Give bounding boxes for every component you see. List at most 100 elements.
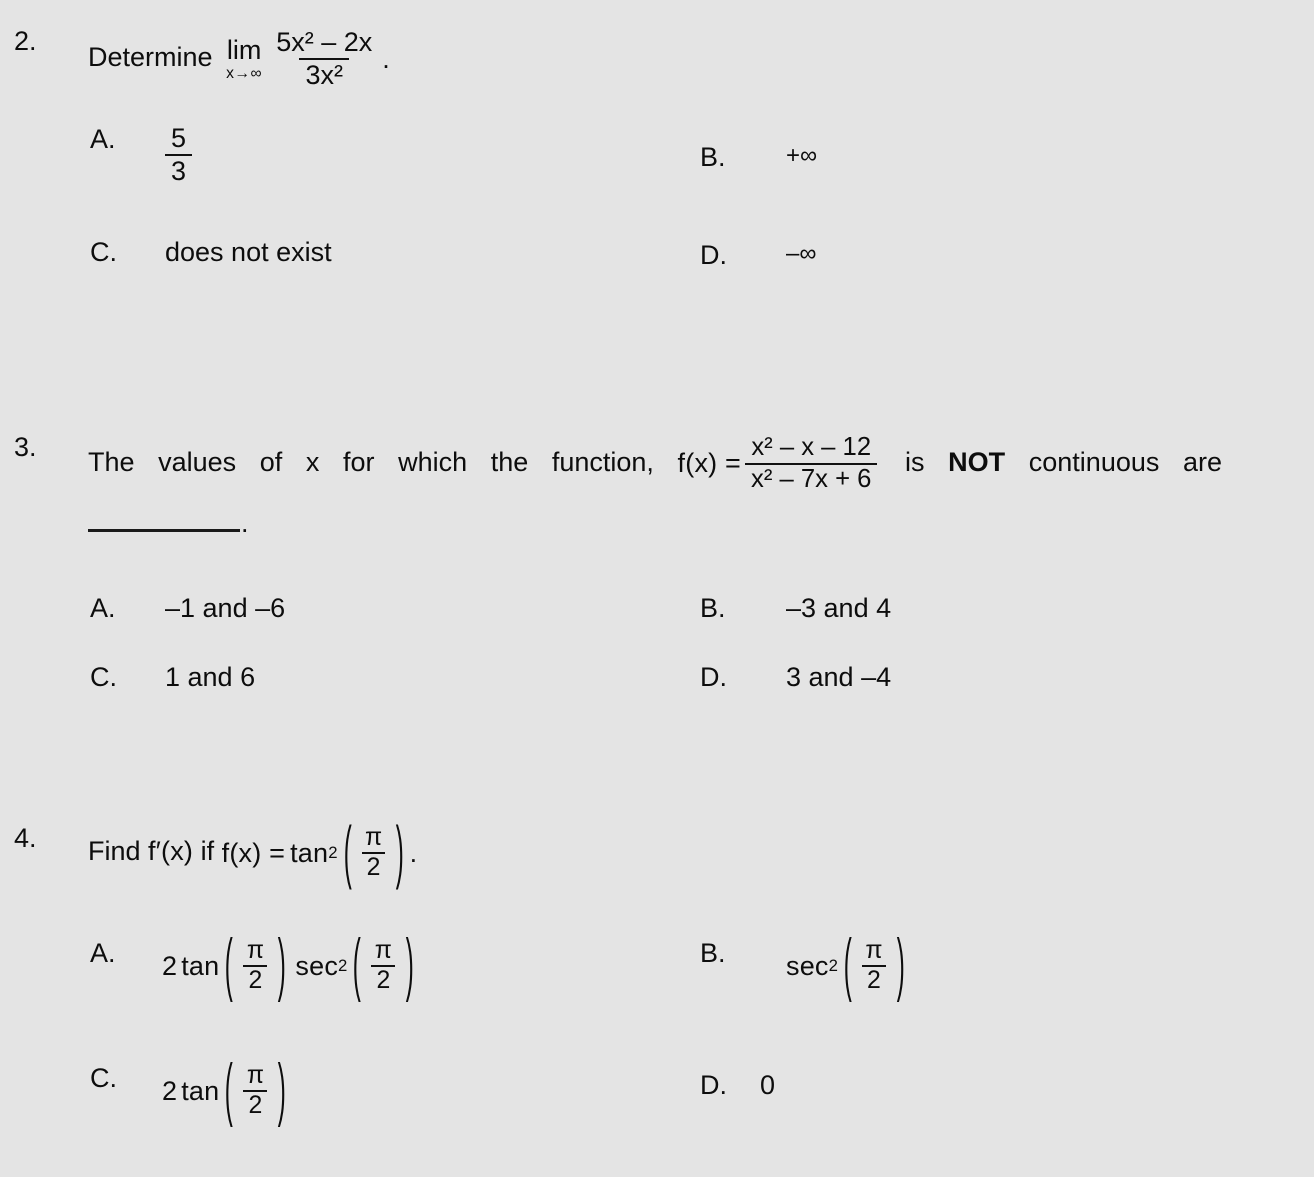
question-4-function-label: f(x) = [221, 837, 286, 868]
choice-a-second-base: sec [295, 950, 339, 981]
question-4-arg-denominator: 2 [361, 852, 386, 881]
choice-a-first-base: tan [181, 950, 220, 981]
choice-c-coefficient: 2 [162, 1075, 178, 1106]
question-3-fraction-numerator: x² – x – 12 [751, 433, 872, 461]
question-4-choice-d-label: D. [700, 1070, 727, 1100]
question-4-arg-fraction: π 2 [360, 824, 387, 881]
question-4-number: 4. [14, 823, 37, 853]
left-paren-icon: ( [225, 1050, 234, 1130]
right-paren-icon: ) [405, 925, 414, 1005]
question-4-choice-c[interactable]: C. 2 tan ( π 2 ) [90, 1051, 291, 1129]
question-4-choice-c-label: C. [90, 1063, 117, 1093]
choice-c-fraction: π 2 [242, 1062, 269, 1119]
left-paren-icon: ( [343, 813, 352, 892]
question-4-choice-c-value: 2 tan ( π 2 ) [162, 1051, 291, 1129]
question-4-choice-b[interactable]: B. sec 2 ( π 2 ) [700, 926, 910, 1004]
question-3-choice-b-label: B. [700, 593, 726, 623]
question-4-function: f(x) = tan 2 ( π 2 ) . [221, 814, 418, 892]
question-3-choice-d-label: D. [700, 662, 727, 692]
question-4-arg-numerator: π [364, 824, 383, 851]
question-4-choice-d[interactable]: D. 0 [700, 1070, 775, 1101]
choice-a-first-numerator: π [246, 937, 264, 964]
choice-b-fraction: π 2 [860, 937, 887, 994]
choice-a-first-denominator: 2 [243, 965, 268, 994]
question-3-stem-part2: continuous are [1028, 446, 1222, 477]
choice-a-fraction: 5 3 [165, 123, 193, 186]
choice-a-second-denominator: 2 [371, 965, 396, 994]
choice-a-coefficient: 2 [162, 950, 178, 981]
right-paren-icon: ) [395, 813, 404, 892]
choice-c-numerator: π [246, 1062, 264, 1089]
exam-page: 2. Determine lim x→∞ 5x² – 2x 3x² . A. 5… [0, 0, 1314, 1177]
question-2-choice-d-label: D. [700, 240, 727, 270]
choice-a-first-argument: ( π 2 ) [219, 926, 291, 1004]
question-2-choice-b-value: +∞ [786, 142, 818, 169]
question-3-choice-c[interactable]: C. 1 and 6 [90, 662, 255, 693]
question-3-stem-part1: The values of x for which the function, [88, 446, 654, 477]
question-2-choice-d[interactable]: D. –∞ [700, 240, 816, 271]
question-2-choice-a[interactable]: A. 5 3 [90, 123, 193, 186]
choice-a-first-fraction: π 2 [242, 937, 269, 994]
choice-b-base: sec [786, 950, 829, 981]
limit-fraction-numerator: 5x² – 2x [276, 27, 373, 57]
question-2-choice-b[interactable]: B. +∞ [700, 142, 817, 173]
question-4-trig-base: tan [290, 837, 329, 868]
question-4-choice-a[interactable]: A. 2 tan ( π 2 ) sec 2 ( π 2) [90, 926, 419, 1004]
question-3-stem-is: is [905, 446, 925, 477]
limit-operator: lim x→∞ [226, 34, 263, 82]
choice-c-base: tan [181, 1075, 220, 1106]
question-3-blank-container: . [88, 505, 1224, 541]
question-3-fraction: x² – x – 12 x² – 7x + 6 [745, 433, 878, 494]
choice-a-second-argument: ( π 2 ) [347, 926, 419, 1004]
question-3-blank-period: . [241, 508, 249, 538]
question-3-stem: The values of x for which the function, … [88, 433, 1222, 494]
right-paren-icon: ) [277, 925, 286, 1005]
left-paren-icon: ( [843, 925, 852, 1005]
question-2-stem-prefix: Determine [88, 42, 213, 73]
question-4-choice-b-label: B. [700, 938, 726, 968]
question-4-derivative: f′(x) [148, 836, 194, 867]
question-3-stem-not: NOT [948, 446, 1006, 477]
limit-operator-label: lim [226, 34, 262, 65]
question-2-choice-c-label: C. [90, 237, 117, 267]
choice-b-argument: ( π 2 ) [838, 926, 910, 1004]
question-2-choice-a-label: A. [90, 124, 116, 154]
question-4-stem-prefix: Find [88, 836, 141, 867]
choice-a-denominator: 3 [165, 154, 193, 186]
question-4-stem: Find f′(x) if f(x) = tan 2 ( π 2 ) . [88, 814, 1224, 892]
choice-a-second-fraction: π 2 [370, 937, 397, 994]
choice-a-second-numerator: π [374, 937, 392, 964]
choice-a-numerator: 5 [171, 123, 187, 153]
question-2-number: 2. [14, 26, 37, 56]
choice-c-argument: ( π 2 ) [219, 1051, 291, 1129]
question-3-choice-b[interactable]: B. –3 and 4 [700, 593, 891, 624]
choice-b-denominator: 2 [862, 965, 886, 994]
limit-expression: lim x→∞ 5x² – 2x 3x² . [220, 27, 390, 90]
question-4-choice-d-value: 0 [760, 1070, 776, 1100]
question-4-choice-a-value: 2 tan ( π 2 ) sec 2 ( π 2) [162, 926, 419, 1004]
question-3-choice-b-value: –3 and 4 [786, 593, 892, 623]
question-2-stem: Determine lim x→∞ 5x² – 2x 3x² . [88, 27, 1224, 90]
choice-c-denominator: 2 [243, 1090, 268, 1119]
right-paren-icon: ) [277, 1050, 286, 1130]
question-4-choice-a-label: A. [90, 938, 116, 968]
limit-subscript: x→∞ [226, 64, 263, 82]
question-2-choice-c[interactable]: C. does not exist [90, 237, 332, 268]
question-3-function-label: f(x) = [677, 448, 741, 479]
question-3-choice-a[interactable]: A. –1 and –6 [90, 593, 285, 624]
question-2-choice-a-value: 5 3 [165, 123, 193, 186]
question-3-choice-a-value: –1 and –6 [165, 593, 286, 623]
left-paren-icon: ( [225, 925, 234, 1005]
choice-b-numerator: π [865, 937, 883, 964]
question-3-number: 3. [14, 432, 37, 462]
question-3-choice-d[interactable]: D. 3 and –4 [700, 662, 891, 693]
question-2-choice-c-value: does not exist [165, 237, 332, 267]
question-3-answer-blank[interactable] [88, 506, 240, 532]
question-3-function: f(x) = x² – x – 12 x² – 7x + 6 [677, 433, 882, 494]
question-4-period: . [409, 837, 418, 868]
question-4-argument: ( π 2 ) [338, 814, 410, 892]
question-2-choice-b-label: B. [700, 142, 726, 172]
limit-fraction-denominator: 3x² [299, 58, 349, 90]
question-3-fraction-denominator: x² – 7x + 6 [745, 462, 878, 494]
question-4-stem-if: if [200, 836, 215, 867]
